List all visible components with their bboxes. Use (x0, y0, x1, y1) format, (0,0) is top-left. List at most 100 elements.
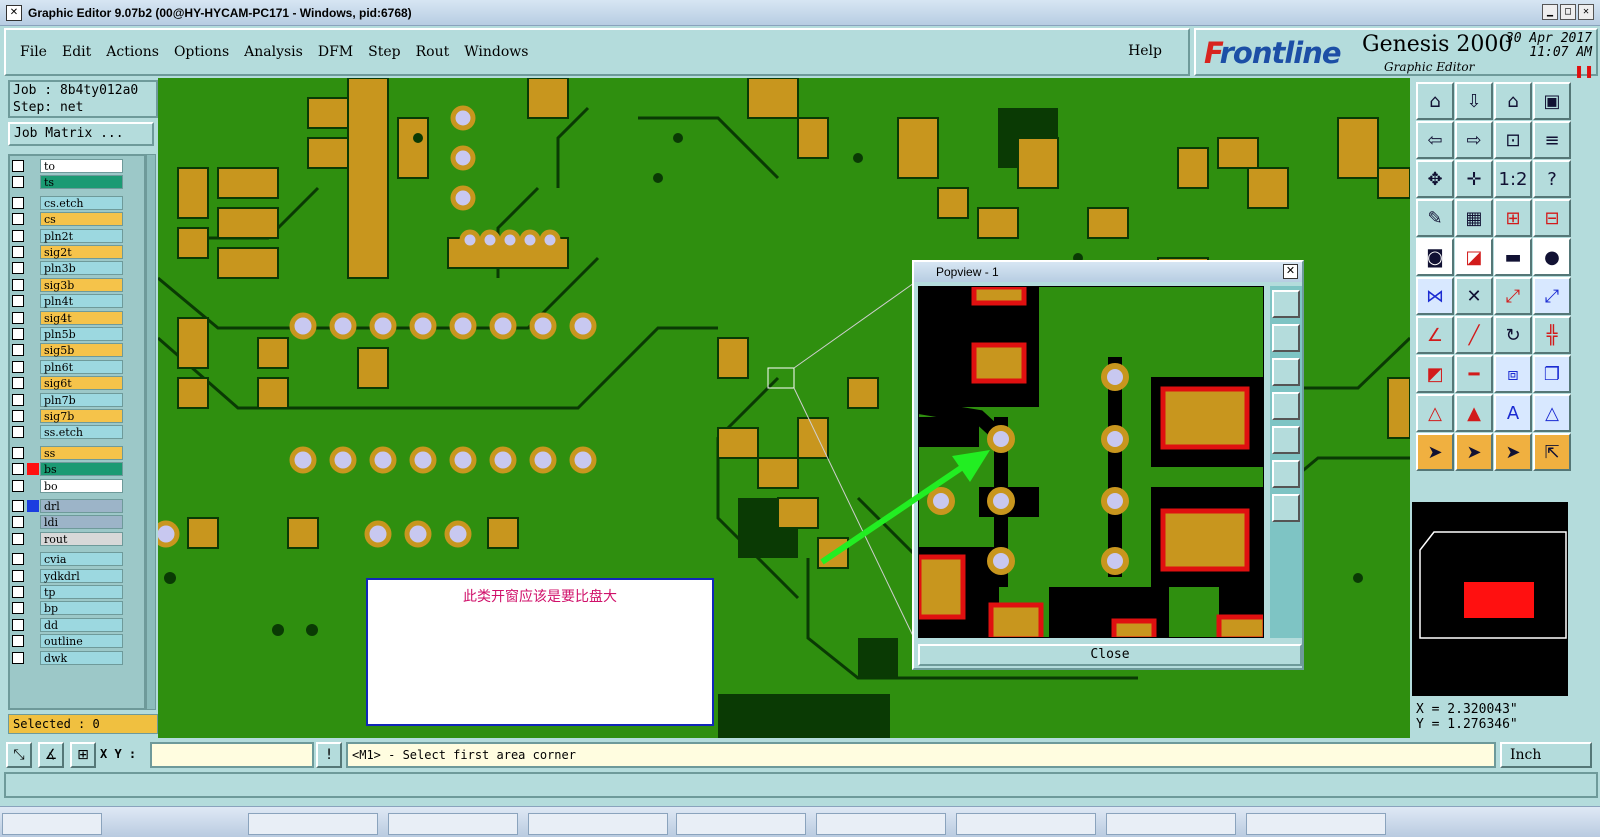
popview-close-icon[interactable]: ✕ (1283, 264, 1298, 279)
triangle-icon[interactable]: △ (1416, 394, 1454, 432)
layer-color-swatch[interactable] (27, 516, 39, 528)
layer-row[interactable]: pln2t (12, 228, 123, 243)
overview-map[interactable] (1412, 502, 1568, 696)
lines-icon[interactable]: ≡ (1533, 121, 1571, 159)
layer-row[interactable]: drl (12, 499, 123, 513)
layer-row[interactable]: tp (12, 585, 123, 599)
layer-color-swatch[interactable] (27, 480, 39, 492)
taskbar-item-3[interactable] (528, 813, 668, 835)
layer-row[interactable]: pln5b (12, 327, 123, 341)
layer-row[interactable]: bo (12, 478, 123, 493)
angle-mode-icon[interactable]: ∡ (38, 742, 64, 768)
pointer-icon[interactable]: ➤ (1416, 433, 1454, 471)
layer-color-swatch[interactable] (27, 586, 39, 598)
layer-color-swatch[interactable] (27, 533, 39, 545)
popview-up-icon[interactable] (1272, 324, 1300, 352)
layer-color-swatch[interactable] (27, 410, 39, 422)
menu-rout[interactable]: Rout (416, 44, 450, 60)
layer-color-swatch[interactable] (27, 262, 39, 274)
layer-checkbox[interactable] (12, 278, 24, 291)
taskbar-item-6[interactable] (956, 813, 1096, 835)
triangle-alt-icon[interactable]: ▲ (1455, 394, 1493, 432)
layer-name[interactable]: sig6t (40, 376, 123, 391)
layer-color-swatch[interactable] (27, 619, 39, 631)
layer-checkbox[interactable] (12, 446, 24, 459)
layer-name[interactable]: bs (40, 462, 123, 477)
minus-icon[interactable]: ━ (1455, 355, 1493, 393)
drc-icon[interactable]: ◪ (1455, 238, 1493, 276)
layer-row[interactable]: ss (12, 445, 123, 460)
snap-icon[interactable]: ⊞ (1494, 199, 1532, 237)
layer-name[interactable]: ldi (40, 515, 123, 530)
layer-checkbox[interactable] (12, 586, 24, 598)
layer-name[interactable]: sig3b (40, 277, 123, 292)
popview-canvas[interactable] (918, 286, 1264, 638)
scale-icon[interactable]: 1:2 (1494, 160, 1532, 198)
layer-checkbox[interactable] (12, 532, 24, 545)
layer-checkbox[interactable] (12, 602, 24, 615)
units-select[interactable]: Inch (1500, 742, 1592, 768)
move-icon[interactable]: ◩ (1416, 355, 1454, 393)
layer-name[interactable]: outline (40, 634, 123, 649)
layer-row[interactable]: ldi (12, 515, 123, 530)
maximize-button[interactable]: □ (1560, 4, 1576, 20)
taskbar-item-1[interactable] (248, 813, 378, 835)
measure-icon[interactable]: ✎ (1416, 199, 1454, 237)
menu-analysis[interactable]: Analysis (244, 44, 303, 60)
layer-row[interactable]: dd (12, 617, 123, 632)
layer-color-swatch[interactable] (27, 279, 39, 291)
layer-name[interactable]: sig5b (40, 343, 123, 358)
zoom-down-icon[interactable]: ⇩ (1455, 82, 1493, 120)
snap-alt-icon[interactable]: ⊟ (1533, 199, 1571, 237)
layer-checkbox[interactable] (12, 516, 24, 529)
line-mode-icon[interactable]: ⤡ (6, 742, 32, 768)
help-icon[interactable]: ? (1533, 160, 1571, 198)
line-add-icon[interactable]: ⤢ (1494, 277, 1532, 315)
menu-help[interactable]: Help (1128, 43, 1162, 59)
layer-row[interactable]: pln3b (12, 261, 123, 276)
job-matrix-button[interactable]: Job Matrix ... (8, 122, 154, 146)
layer-row[interactable]: dwk (12, 650, 123, 665)
layer-color-swatch[interactable] (27, 176, 39, 188)
layer-row[interactable]: to (12, 159, 123, 173)
arc-icon[interactable]: ↻ (1494, 316, 1532, 354)
layer-name[interactable]: pln5b (40, 327, 123, 341)
menu-edit[interactable]: Edit (62, 44, 91, 60)
layer-color-swatch[interactable] (27, 246, 39, 258)
layer-checkbox[interactable] (12, 246, 24, 258)
layer-checkbox[interactable] (12, 229, 24, 242)
layer-list-scrollbar[interactable] (146, 154, 156, 710)
layer-name[interactable]: sig4t (40, 310, 123, 325)
taskbar-item-8[interactable] (1246, 813, 1386, 835)
layer-checkbox[interactable] (12, 262, 24, 275)
layer-checkbox[interactable] (12, 410, 24, 422)
pause-icon[interactable]: ❚❚ (1574, 64, 1594, 78)
popview-zoom-icon[interactable] (1272, 290, 1300, 318)
layer-checkbox[interactable] (12, 196, 24, 209)
layer-checkbox[interactable] (12, 393, 24, 406)
layer-name[interactable]: to (40, 159, 123, 173)
layer-color-swatch[interactable] (27, 295, 39, 307)
layer-name[interactable]: sig7b (40, 409, 123, 423)
layer-row[interactable]: cs.etch (12, 195, 123, 210)
layer-row[interactable]: bp (12, 601, 123, 616)
circle-pad-icon[interactable]: ● (1533, 238, 1571, 276)
layer-name[interactable]: tp (40, 585, 123, 599)
layer-color-swatch[interactable] (27, 312, 39, 324)
layer-name[interactable]: drl (40, 499, 123, 513)
zoom-in-icon[interactable]: ⊡ (1494, 121, 1532, 159)
minimize-button[interactable]: ▁ (1542, 4, 1558, 20)
resize-icon[interactable]: ⧈ (1494, 355, 1532, 393)
popview-right-icon[interactable] (1272, 426, 1300, 454)
layer-row[interactable]: cvia (12, 552, 123, 567)
layer-name[interactable]: ydkdrl (40, 568, 123, 583)
layer-color-swatch[interactable] (27, 197, 39, 209)
popview-down-icon[interactable] (1272, 358, 1300, 386)
layer-checkbox[interactable] (12, 651, 24, 664)
pan-left-icon[interactable]: ⇦ (1416, 121, 1454, 159)
popview-center-icon[interactable] (1272, 494, 1300, 522)
layer-checkbox[interactable] (12, 213, 24, 226)
center-icon[interactable]: ✛ (1455, 160, 1493, 198)
pointer-select-icon[interactable]: ➤ (1455, 433, 1493, 471)
ruler-icon[interactable]: ▬ (1494, 238, 1532, 276)
